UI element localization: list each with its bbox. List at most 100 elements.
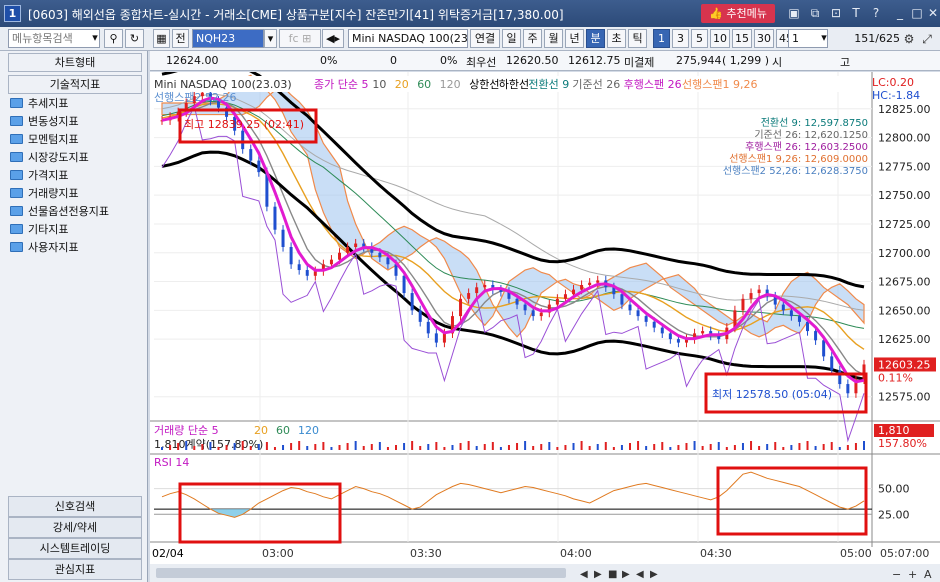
- volume-title: 거래량 단순 5: [154, 424, 219, 437]
- candle-body: [483, 285, 487, 288]
- recommend-menu-button[interactable]: 👍 추천메뉴: [701, 4, 775, 23]
- interval-button[interactable]: 5: [691, 29, 708, 48]
- calculator-icon[interactable]: fc ⊞: [279, 29, 321, 48]
- ichimoku-info: 기준선 26: 12,620.1250: [754, 129, 868, 141]
- volume-bar: [564, 445, 567, 450]
- candle-body: [346, 247, 350, 253]
- save-screen-icon[interactable]: ▣: [787, 6, 801, 20]
- sidebar-tree-item[interactable]: 사용자지표: [10, 239, 79, 257]
- interval-button[interactable]: 15: [732, 29, 752, 48]
- folder-icon: [10, 170, 23, 180]
- playback-control-icon[interactable]: ■: [608, 569, 617, 580]
- favorite-indicators-button[interactable]: 관심지표: [8, 559, 142, 580]
- close-icon[interactable]: ✕: [926, 6, 940, 20]
- volume-bar: [209, 442, 212, 450]
- playback-control-icon[interactable]: ▶: [594, 569, 602, 580]
- sidebar-tree-item[interactable]: 선물옵션전용지표: [10, 203, 109, 221]
- candle-body: [596, 280, 600, 283]
- volume-bar: [491, 442, 494, 450]
- hc-label: HC:-1.84: [872, 89, 920, 102]
- best-ask: 12612.75: [568, 54, 621, 67]
- prev-button[interactable]: 전: [172, 29, 189, 48]
- playback-control-icon[interactable]: ◀: [580, 569, 588, 580]
- legend-entry: 20: [395, 78, 409, 91]
- interval-button[interactable]: 3: [672, 29, 689, 48]
- interval-button[interactable]: 10: [710, 29, 730, 48]
- zoom-control-icon[interactable]: A: [924, 568, 932, 581]
- candle-body: [555, 298, 559, 305]
- playback-control-icon[interactable]: ◀: [636, 569, 644, 580]
- volume-bar: [378, 442, 381, 450]
- sidebar-tree-item[interactable]: 추세지표: [10, 95, 68, 113]
- current-price: 12624.00: [166, 54, 219, 67]
- folder-icon: [10, 152, 23, 162]
- sidebar-tree-item[interactable]: 기타지표: [10, 221, 68, 239]
- volume-bar: [637, 441, 640, 450]
- tree-item-label: 거래량지표: [28, 187, 79, 200]
- settings-icon[interactable]: ⚙: [902, 32, 916, 46]
- sidebar-tree-item[interactable]: 시장강도지표: [10, 149, 89, 167]
- code-input[interactable]: NQH23: [192, 29, 264, 48]
- font-size-icon[interactable]: T: [849, 6, 863, 20]
- zoom-control-icon[interactable]: +: [908, 568, 917, 581]
- interval-button[interactable]: 30: [754, 29, 774, 48]
- signal-search-button[interactable]: 신호검색: [8, 496, 142, 517]
- volume-bar: [701, 446, 704, 450]
- help-icon[interactable]: ?: [869, 6, 883, 20]
- period-button[interactable]: 초: [607, 29, 626, 48]
- thumbs-up-icon: 👍: [709, 7, 723, 20]
- volume-bar: [685, 443, 688, 450]
- volume-bar: [758, 446, 761, 450]
- bull-bear-button[interactable]: 강세/약세: [8, 517, 142, 538]
- current-pct-label: 0.11%: [878, 371, 913, 384]
- chevron-down-icon[interactable]: ▾: [88, 29, 102, 48]
- period-button[interactable]: 분: [586, 29, 605, 48]
- link-icon[interactable]: ⧉: [808, 6, 822, 20]
- sidebar-chart-type[interactable]: 차트형태: [8, 53, 142, 72]
- refresh-icon[interactable]: ↻: [125, 29, 144, 48]
- volume-bar: [386, 447, 389, 450]
- minimize-icon[interactable]: _: [893, 6, 907, 20]
- period-button[interactable]: 연결: [470, 29, 500, 48]
- candle-body: [822, 340, 826, 357]
- x-tick-label: 02/04: [152, 547, 184, 560]
- period-button[interactable]: 년: [565, 29, 584, 48]
- expand-icon[interactable]: ⤢: [920, 32, 934, 46]
- grid-icon[interactable]: ▦: [153, 29, 170, 48]
- playback-control-icon[interactable]: ▶: [622, 569, 630, 580]
- price-chart[interactable]: 12825.00 12800.00 12775.00 12750.00 12725.00…: [150, 72, 940, 582]
- playback-control-icon[interactable]: ▶: [650, 569, 658, 580]
- system-trading-button[interactable]: 시스템트레이딩: [8, 538, 142, 559]
- sidebar-tech-indicators[interactable]: 기술적지표: [8, 75, 142, 94]
- legend-entry: 60: [417, 78, 431, 91]
- volume-bar: [225, 445, 228, 450]
- sidebar-tree-item[interactable]: 가격지표: [10, 167, 68, 185]
- maximize-icon[interactable]: □: [910, 6, 924, 20]
- sidebar-tree-item[interactable]: 모멘텀지표: [10, 131, 79, 149]
- search-icon[interactable]: ⚲: [104, 29, 123, 48]
- candle-body: [329, 259, 333, 265]
- period-button[interactable]: 일: [502, 29, 521, 48]
- sidebar-tree-item[interactable]: 거래량지표: [10, 185, 79, 203]
- sidebar-tree-item[interactable]: 변동성지표: [10, 113, 79, 131]
- speaker-icon[interactable]: ◀▸: [322, 29, 344, 48]
- volume-bar: [524, 441, 527, 450]
- current-price-label: 12603.25: [878, 358, 931, 371]
- volume-bar: [612, 447, 615, 450]
- recommend-menu-label: 추천메뉴: [726, 7, 767, 20]
- candle-body: [668, 333, 672, 340]
- period-button[interactable]: 월: [544, 29, 563, 48]
- period-button[interactable]: 틱: [628, 29, 647, 48]
- volume-bar: [516, 443, 519, 450]
- pin-icon[interactable]: ⊡: [829, 6, 843, 20]
- interval-dropdown-icon[interactable]: ▾: [818, 29, 830, 48]
- interval-button[interactable]: 1: [653, 29, 670, 48]
- volume-ma-label: 120: [298, 424, 319, 437]
- candle-body: [418, 310, 422, 322]
- change-value: 0: [390, 54, 397, 67]
- code-dropdown-icon[interactable]: ▾: [264, 29, 277, 48]
- period-button[interactable]: 주: [523, 29, 542, 48]
- chart-area[interactable]: 12825.00 12800.00 12775.00 12750.00 12725.00…: [150, 72, 940, 582]
- menu-search-input[interactable]: 메뉴항목검색: [8, 29, 100, 48]
- zoom-control-icon[interactable]: −: [892, 568, 901, 581]
